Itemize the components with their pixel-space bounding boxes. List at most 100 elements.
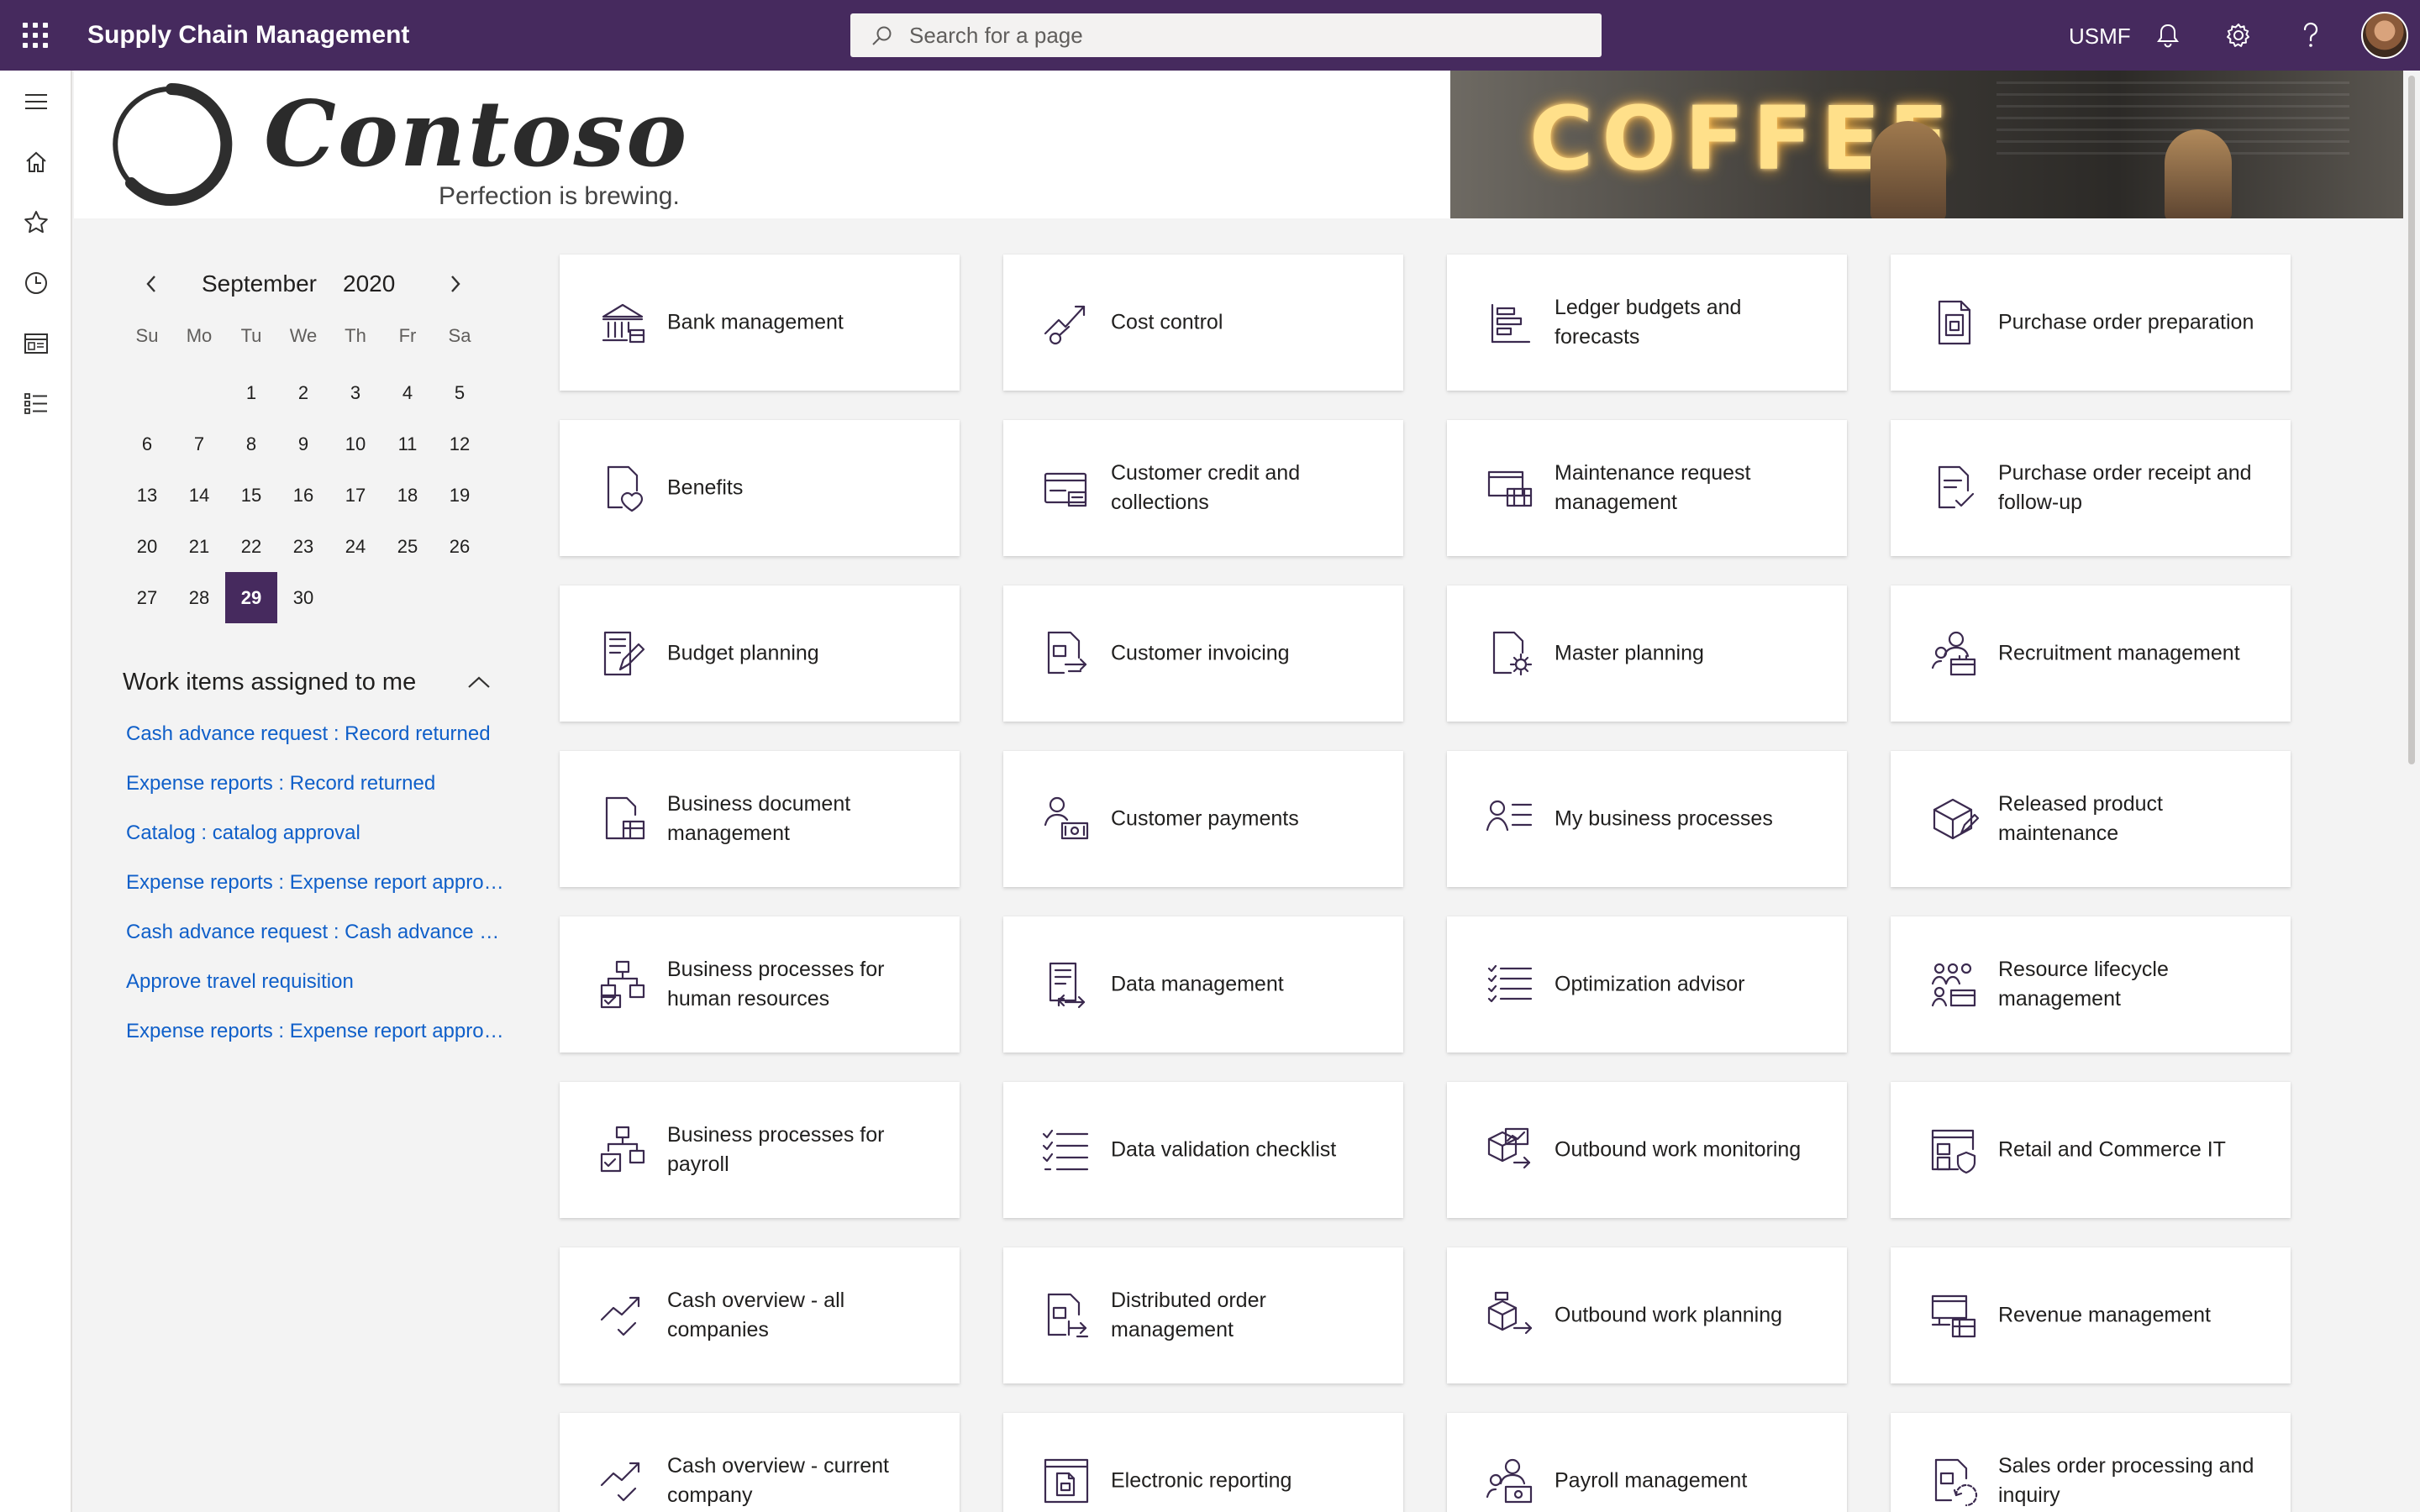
- avatar[interactable]: [2361, 12, 2408, 59]
- workspace-tile[interactable]: Optimization advisor: [1447, 916, 1847, 1053]
- workspace-tile[interactable]: Distributed order management: [1003, 1247, 1403, 1383]
- calendar-day[interactable]: 30: [277, 572, 329, 623]
- calendar-day[interactable]: 6: [121, 418, 173, 470]
- workspace-tile[interactable]: Revenue management: [1891, 1247, 2291, 1383]
- search-input[interactable]: [909, 13, 1581, 57]
- calendar-day[interactable]: 7: [173, 418, 225, 470]
- calendar-day[interactable]: 1: [225, 367, 277, 418]
- workspace-tile[interactable]: Benefits: [560, 420, 960, 556]
- chevron-up-icon[interactable]: [464, 667, 494, 697]
- calendar-day[interactable]: 21: [173, 521, 225, 572]
- calendar-day[interactable]: 15: [225, 470, 277, 521]
- workspace-tile[interactable]: Purchase order receipt and follow-up: [1891, 420, 2291, 556]
- calendar-day[interactable]: 20: [121, 521, 173, 572]
- calendar-day[interactable]: 13: [121, 470, 173, 521]
- clock-icon[interactable]: [17, 264, 55, 302]
- workspace-tile[interactable]: Business processes for human resources: [560, 916, 960, 1053]
- company-banner: Contoso Perfection is brewing. COFFEE: [74, 71, 2403, 218]
- calendar-day[interactable]: 25: [381, 521, 434, 572]
- calendar-day[interactable]: 19: [434, 470, 486, 521]
- calendar-day[interactable]: 12: [434, 418, 486, 470]
- calendar-day[interactable]: 14: [173, 470, 225, 521]
- calendar-day[interactable]: 26: [434, 521, 486, 572]
- work-item-link[interactable]: Expense reports : Expense report approva…: [126, 1013, 504, 1063]
- workspace-tile[interactable]: Business processes for payroll: [560, 1082, 960, 1218]
- calendar-day[interactable]: 9: [277, 418, 329, 470]
- star-icon[interactable]: [17, 203, 55, 242]
- calendar-day[interactable]: 2: [277, 367, 329, 418]
- workspace-tile[interactable]: Cost control: [1003, 255, 1403, 391]
- tile-label: Recruitment management: [1998, 641, 2240, 665]
- workspace-tile[interactable]: Maintenance request management: [1447, 420, 1847, 556]
- tile-label: Customer invoicing: [1111, 641, 1290, 665]
- workspace-tile[interactable]: Customer invoicing: [1003, 585, 1403, 722]
- invoice-icon: [1047, 631, 1087, 675]
- chevron-right-icon[interactable]: [439, 267, 472, 301]
- workspace-tile[interactable]: Cash overview - all companies: [560, 1247, 960, 1383]
- calendar-day[interactable]: 4: [381, 367, 434, 418]
- calendar-blank-cell: [121, 367, 173, 418]
- workspace-tile[interactable]: Outbound work monitoring: [1447, 1082, 1847, 1218]
- workspace-tile[interactable]: Bank management: [560, 255, 960, 391]
- workspace-tile[interactable]: Payroll management: [1447, 1413, 1847, 1512]
- calendar-day[interactable]: 17: [329, 470, 381, 521]
- work-item-link[interactable]: Expense reports : Record returned: [126, 765, 504, 815]
- calendar-day[interactable]: 11: [381, 418, 434, 470]
- calendar-month[interactable]: September: [202, 267, 317, 301]
- workspace-tile[interactable]: Customer payments: [1003, 751, 1403, 887]
- workspace-tile[interactable]: Data validation checklist: [1003, 1082, 1403, 1218]
- tile-label: Maintenance request management: [1555, 461, 1751, 514]
- calendar-day[interactable]: 5: [434, 367, 486, 418]
- workspace-tile[interactable]: My business processes: [1447, 751, 1847, 887]
- gear-icon[interactable]: [2222, 18, 2255, 52]
- calendar-day[interactable]: 28: [173, 572, 225, 623]
- workspace-tile[interactable]: Budget planning: [560, 585, 960, 722]
- calendar-year[interactable]: 2020: [343, 267, 395, 301]
- calendar-day[interactable]: 8: [225, 418, 277, 470]
- app-title[interactable]: Supply Chain Management: [87, 18, 409, 52]
- calendar-day-selected[interactable]: 29: [225, 572, 277, 623]
- workspace-tile[interactable]: Purchase order preparation: [1891, 255, 2291, 391]
- workspace-tile[interactable]: Retail and Commerce IT: [1891, 1082, 2291, 1218]
- workspace-tile[interactable]: Released product maintenance: [1891, 751, 2291, 887]
- receipt-check-icon: [1938, 465, 1975, 509]
- distributed-order-icon: [1047, 1293, 1089, 1338]
- calendar-day[interactable]: 23: [277, 521, 329, 572]
- workspace-tile[interactable]: Sales order processing and inquiry: [1891, 1413, 2291, 1512]
- list-icon[interactable]: [17, 385, 55, 423]
- workspace-tile[interactable]: Outbound work planning: [1447, 1247, 1847, 1383]
- calendar-day[interactable]: 27: [121, 572, 173, 623]
- help-icon[interactable]: [2294, 18, 2328, 52]
- workspace-tile[interactable]: Ledger budgets and forecasts: [1447, 255, 1847, 391]
- workspace-tile[interactable]: Resource lifecycle management: [1891, 916, 2291, 1053]
- workspace-tile[interactable]: Customer credit and collections: [1003, 420, 1403, 556]
- top-bar: Supply Chain Management USMF: [0, 0, 2420, 71]
- workspace-tile[interactable]: Recruitment management: [1891, 585, 2291, 722]
- workspace-icon[interactable]: [17, 324, 55, 363]
- work-item-link[interactable]: Catalog : catalog approval: [126, 815, 504, 864]
- work-item-link[interactable]: Expense reports : Expense report approva…: [126, 864, 504, 914]
- work-item-link[interactable]: Approve travel requisition: [126, 963, 504, 1013]
- bell-icon[interactable]: [2151, 18, 2185, 52]
- calendar-day[interactable]: 18: [381, 470, 434, 521]
- work-item-link[interactable]: Cash advance request : Cash advance appr…: [126, 914, 504, 963]
- workspace-tile[interactable]: Master planning: [1447, 585, 1847, 722]
- scrollbar-thumb[interactable]: [2408, 76, 2415, 764]
- workspace-tile[interactable]: Cash overview - current company: [560, 1413, 960, 1512]
- page-scrollbar[interactable]: [2403, 71, 2420, 1512]
- work-item-link[interactable]: Cash advance request : Record returned: [126, 716, 504, 765]
- calendar-day[interactable]: 16: [277, 470, 329, 521]
- calendar-day[interactable]: 22: [225, 521, 277, 572]
- workspace-tile[interactable]: Business document management: [560, 751, 960, 887]
- home-icon[interactable]: [17, 143, 55, 181]
- calendar-day[interactable]: 24: [329, 521, 381, 572]
- calendar-day[interactable]: 3: [329, 367, 381, 418]
- company-picker[interactable]: USMF: [2069, 20, 2131, 52]
- hamburger-icon[interactable]: [17, 82, 55, 121]
- calendar-day[interactable]: 10: [329, 418, 381, 470]
- workspace-tile[interactable]: Data management: [1003, 916, 1403, 1053]
- waffle-icon[interactable]: [20, 20, 50, 50]
- workspace-tile[interactable]: Electronic reporting: [1003, 1413, 1403, 1512]
- chevron-left-icon[interactable]: [134, 267, 168, 301]
- search-box[interactable]: [850, 13, 1602, 57]
